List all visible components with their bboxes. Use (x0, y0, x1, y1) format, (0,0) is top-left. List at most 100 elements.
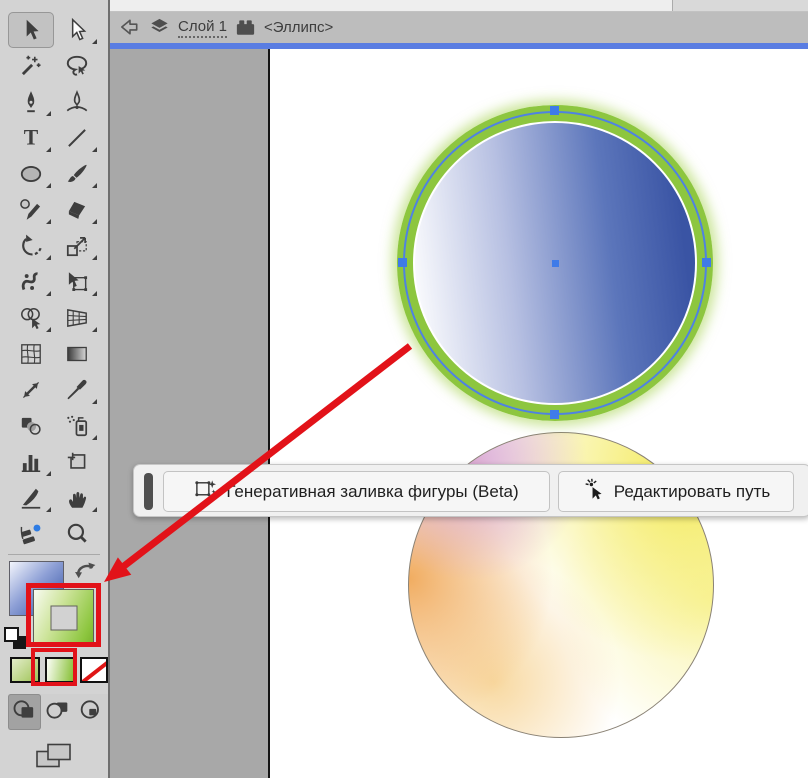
tool-paintbrush[interactable] (54, 156, 100, 192)
paint-gradient-button[interactable] (45, 657, 75, 683)
tool-lasso[interactable] (54, 48, 100, 84)
direct-selection-icon (64, 17, 90, 43)
eraser-icon (64, 197, 90, 223)
tool-type[interactable]: T (8, 120, 54, 156)
illustrator-window: T Слой 1 <Эллипс> Генеративная заливка ф… (0, 0, 808, 778)
tool-mesh[interactable] (8, 336, 54, 372)
draw-normal-button[interactable] (8, 694, 42, 730)
tool-selection[interactable] (8, 12, 54, 48)
breadcrumb-object: <Эллипс> (263, 19, 334, 36)
edit-path-button[interactable]: Редактировать путь (558, 471, 794, 512)
selection-center-point[interactable] (552, 260, 559, 267)
tool-direct-selection[interactable] (54, 12, 100, 48)
scale-icon (64, 233, 90, 259)
draw-behind-button[interactable] (41, 694, 74, 730)
lasso-icon (64, 53, 90, 79)
tool-eyedropper[interactable] (54, 372, 100, 408)
screen-mode-button[interactable] (34, 741, 74, 772)
svg-text:T: T (24, 126, 39, 150)
tool-column-graph[interactable] (8, 444, 54, 480)
edit-path-icon (582, 478, 605, 506)
tool-width[interactable] (8, 372, 54, 408)
tool-slice[interactable] (8, 480, 54, 516)
toolbar-divider (8, 554, 100, 555)
back-button[interactable] (118, 16, 141, 39)
type-icon: T (18, 125, 44, 151)
line-segment-icon (64, 125, 90, 151)
draw-inside-icon (78, 699, 104, 725)
gradient-icon (64, 341, 90, 367)
task-bar-drag-handle[interactable] (144, 473, 153, 510)
selection-icon (18, 17, 44, 43)
none-slash-icon (82, 659, 106, 681)
perspective-grid-icon (64, 305, 90, 331)
tool-shape-builder[interactable] (8, 300, 54, 336)
tool-scale[interactable] (54, 228, 100, 264)
breadcrumb-layer[interactable]: Слой 1 (178, 18, 227, 38)
tool-artboard[interactable] (54, 444, 100, 480)
tool-hand[interactable] (54, 480, 100, 516)
tool-rotate[interactable] (8, 228, 54, 264)
tab-strip-right-area (672, 0, 808, 11)
hand-icon (64, 485, 90, 511)
curvature-icon (64, 89, 90, 115)
pen-icon (18, 89, 44, 115)
selection-handle-left[interactable] (398, 258, 407, 267)
tools-panel: T (0, 0, 110, 778)
column-graph-icon (18, 449, 44, 475)
tool-gradient[interactable] (54, 336, 100, 372)
tool-pencil[interactable] (8, 192, 54, 228)
tool-pen[interactable] (8, 84, 54, 120)
draw-behind-icon (45, 699, 71, 725)
paint-none-button[interactable] (80, 657, 108, 683)
stroke-swatch-hole (50, 605, 77, 630)
swap-fill-stroke-icon[interactable] (72, 557, 98, 583)
tool-free-transform[interactable] (54, 264, 100, 300)
generative-fill-label: Генеративная заливка фигуры (Beta) (226, 481, 519, 501)
tool-zoom[interactable] (54, 516, 100, 552)
breadcrumb-bar: Слой 1 <Эллипс> (110, 12, 808, 43)
ellipse-icon (18, 161, 44, 187)
edit-path-label: Редактировать путь (613, 481, 771, 501)
selection-handle-top[interactable] (550, 106, 559, 115)
selection-handle-bottom[interactable] (550, 410, 559, 419)
tool-ellipse[interactable] (8, 156, 54, 192)
selection-handle-right[interactable] (702, 258, 711, 267)
canvas[interactable] (110, 49, 808, 778)
tool-curvature[interactable] (54, 84, 100, 120)
paintbrush-icon (64, 161, 90, 187)
draw-normal-icon (12, 699, 38, 725)
magic-wand-icon (18, 53, 44, 79)
shape-builder-icon (18, 305, 44, 331)
free-transform-icon (64, 269, 90, 295)
width-icon (18, 377, 44, 403)
default-fill-stroke-button[interactable] (4, 627, 36, 657)
zoom-icon (64, 521, 90, 547)
artboard-icon (64, 449, 90, 475)
blend-icon (18, 413, 44, 439)
draw-inside-button[interactable] (75, 694, 108, 730)
rotate-view-icon (18, 521, 44, 547)
contextual-task-bar: Генеративная заливка фигуры (Beta) Редак… (133, 464, 808, 517)
document-tab-strip (110, 0, 808, 12)
tool-puppet-warp[interactable] (8, 264, 54, 300)
stroke-swatch[interactable] (33, 589, 94, 646)
tool-blend[interactable] (8, 408, 54, 444)
tool-rotate-view[interactable] (8, 516, 54, 552)
generative-fill-button[interactable]: Генеративная заливка фигуры (Beta) (163, 471, 550, 512)
symbol-sprayer-icon (64, 413, 90, 439)
drawing-modes-group (8, 694, 108, 730)
generative-fill-icon (194, 478, 217, 506)
pencil-icon (18, 197, 44, 223)
default-fill-square (4, 627, 19, 642)
layers-icon (148, 16, 171, 39)
object-icon (234, 16, 257, 39)
tool-eraser[interactable] (54, 192, 100, 228)
tool-perspective-grid[interactable] (54, 300, 100, 336)
tool-line-segment[interactable] (54, 120, 100, 156)
mesh-icon (18, 341, 44, 367)
tool-magic-wand[interactable] (8, 48, 54, 84)
tool-symbol-sprayer[interactable] (54, 408, 100, 444)
paint-color-button[interactable] (10, 657, 40, 683)
eyedropper-icon (64, 377, 90, 403)
